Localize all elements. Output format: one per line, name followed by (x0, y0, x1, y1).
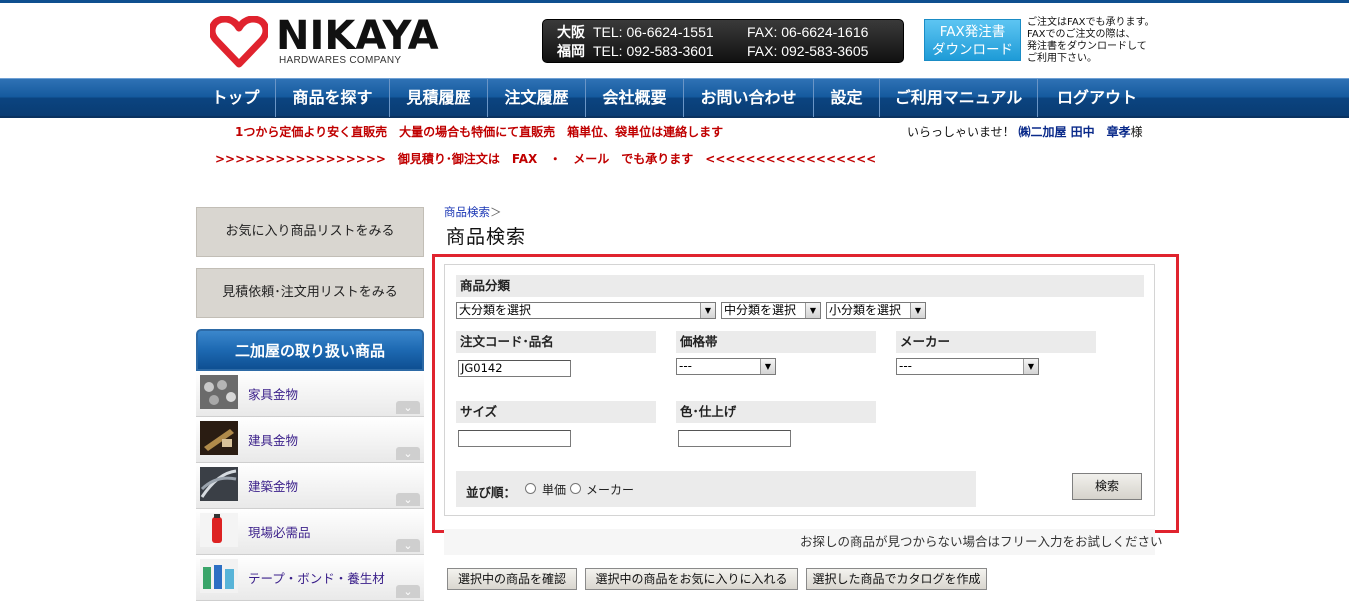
nav-top[interactable]: トップ (196, 79, 276, 117)
price-value: --- (679, 359, 692, 373)
dropdown-arrow-icon: ▼ (760, 359, 775, 374)
chevron-down-icon[interactable]: ⌄ (396, 493, 420, 506)
price-select[interactable]: --- ▼ (676, 358, 776, 375)
notice-line-2: >>>>>>>>>>>>>>>>> 御見積り･御注文は FAX ・ メール でも… (215, 152, 877, 166)
free-input-hint[interactable]: お探しの商品が見つからない場合はフリー入力をお試しください (800, 531, 1163, 550)
greeting-suffix: 様 (1130, 125, 1143, 139)
breadcrumb-link[interactable]: 商品検索 (444, 205, 490, 219)
color-input[interactable] (678, 430, 791, 447)
categories-title: 二加屋の取り扱い商品 (196, 329, 424, 371)
top-accent-line (0, 0, 1349, 3)
nav-logout[interactable]: ログアウト (1038, 79, 1156, 117)
sort-option-maker: メーカー (586, 483, 635, 497)
nav-settings[interactable]: 設定 (814, 79, 880, 117)
color-label: 色･仕上げ (676, 401, 876, 423)
maker-select[interactable]: --- ▼ (896, 358, 1039, 375)
fax-note-line: FAXでのご注文の際は、 (1027, 29, 1136, 40)
category-item[interactable]: テープ・ボンド・養生材 ⌄ (196, 555, 424, 601)
nav-search-products[interactable]: 商品を探す (276, 79, 390, 117)
contact-tel: TEL: 06-6624-1551 (593, 24, 714, 40)
sort-radio-price[interactable] (525, 483, 536, 494)
fax-note-line: ご利用下さい。 (1027, 53, 1097, 64)
category-item[interactable]: 家具金物 ⌄ (196, 371, 424, 417)
contact-box: 大阪 TEL: 06-6624-1551 FAX: 06-6624-1616 福岡 T… (542, 19, 904, 63)
favorites-list-button[interactable]: お気に入り商品リストをみる (196, 207, 424, 257)
major-category-select[interactable]: 大分類を選択 ▼ (456, 302, 716, 319)
furniture-hardware-icon (200, 375, 238, 409)
category-label-bar: 商品分類 (456, 275, 1144, 297)
nav-company[interactable]: 会社概要 (586, 79, 684, 117)
tape-bond-icon (200, 559, 238, 593)
nav-order-history[interactable]: 注文履歴 (488, 79, 586, 117)
site-supplies-icon (200, 513, 238, 547)
greeting: いらっしゃいませ！ ㈱二加屋 田中 章孝様 (907, 123, 1143, 140)
greeting-prefix: いらっしゃいませ！ (907, 125, 1015, 139)
category-item[interactable]: 現場必需品 ⌄ (196, 509, 424, 555)
nav-contact[interactable]: お問い合わせ (684, 79, 814, 117)
category-item[interactable]: 建具金物 ⌄ (196, 417, 424, 463)
notice-line-1: 1つから定価より安く直販売 大量の場合も特価にて直販売 箱単位、袋単位は連絡しま… (235, 125, 724, 139)
breadcrumb: 商品検索＞ (444, 204, 502, 220)
main-nav: トップ 商品を探す 見積履歴 注文履歴 会社概要 お問い合わせ 設定 ご利用マニ… (0, 78, 1349, 118)
category-item[interactable]: 建築金物 ⌄ (196, 463, 424, 509)
fax-note-line: ご注文はFAXでも承ります。 (1027, 17, 1155, 28)
nav-quote-history[interactable]: 見積履歴 (390, 79, 488, 117)
fitting-hardware-icon (200, 421, 238, 455)
middle-category-value: 中分類を選択 (724, 303, 797, 317)
contact-fax: FAX: 06-6624-1616 (747, 24, 869, 40)
contact-fax: FAX: 092-583-3605 (747, 43, 869, 59)
category-label: 建具金物 (248, 433, 299, 448)
contact-city: 大阪 (557, 24, 585, 40)
major-category-value: 大分類を選択 (459, 303, 532, 317)
maker-value: --- (899, 359, 912, 373)
chevron-down-icon[interactable]: ⌄ (396, 401, 420, 414)
nav-manual[interactable]: ご利用マニュアル (880, 79, 1038, 117)
middle-category-select[interactable]: 中分類を選択 ▼ (721, 302, 821, 319)
code-input[interactable]: JG0142 (458, 360, 571, 377)
category-label: 建築金物 (248, 479, 299, 494)
fax-note-line: 発注書をダウンロードして (1027, 41, 1147, 52)
size-input[interactable] (458, 430, 571, 447)
dropdown-arrow-icon: ▼ (1023, 359, 1038, 374)
dropdown-arrow-icon: ▼ (805, 303, 820, 318)
contact-city: 福岡 (557, 43, 585, 59)
category-label: テープ・ボンド・養生材 (248, 571, 385, 586)
size-label: サイズ (456, 401, 656, 423)
category-label: 現場必需品 (248, 525, 311, 540)
search-button[interactable]: 検索 (1072, 473, 1142, 500)
maker-label: メーカー (896, 331, 1096, 353)
chevron-down-icon[interactable]: ⌄ (396, 539, 420, 552)
sort-option-price: 単価 (542, 483, 567, 497)
minor-category-value: 小分類を選択 (829, 303, 902, 317)
fax-note: ご注文はFAXでも承ります。 FAXでのご注文の際は、 発注書をダウンロードして… (1027, 17, 1167, 65)
breadcrumb-separator: ＞ (490, 205, 502, 219)
quote-order-list-button[interactable]: 見積依頼･注文用リストをみる (196, 268, 424, 318)
fax-button-line2: ダウンロード (932, 42, 1013, 58)
fax-button-line1: FAX発注書 (939, 24, 1006, 40)
sort-bar: 並び順： 単価 メーカー (456, 471, 976, 507)
minor-category-select[interactable]: 小分類を選択 ▼ (826, 302, 926, 319)
sort-label: 並び順： (466, 485, 517, 500)
category-label: 家具金物 (248, 387, 299, 402)
brand-name: NIKAYA (276, 13, 439, 59)
dropdown-arrow-icon: ▼ (910, 303, 925, 318)
building-hardware-icon (200, 467, 238, 501)
contact-row-fukuoka: 福岡 TEL: 092-583-3601 FAX: 092-583-3605 (557, 41, 868, 61)
page-title: 商品検索 (446, 226, 527, 248)
dropdown-arrow-icon: ▼ (700, 303, 715, 318)
code-label: 注文コード･品名 (456, 331, 656, 353)
contact-tel: TEL: 092-583-3601 (593, 43, 714, 59)
fax-order-download-button[interactable]: FAX発注書 ダウンロード (924, 19, 1021, 61)
brand-subtitle: HARDWARES COMPANY (279, 55, 402, 66)
logo[interactable]: NIKAYA HARDWARES COMPANY (210, 14, 460, 70)
price-label: 価格帯 (676, 331, 876, 353)
heart-logo-icon (210, 16, 268, 68)
user-name: ㈱二加屋 田中 章孝 (1018, 125, 1131, 139)
contact-row-osaka: 大阪 TEL: 06-6624-1551 FAX: 06-6624-1616 (557, 22, 868, 42)
sort-radio-maker[interactable] (570, 483, 581, 494)
chevron-down-icon[interactable]: ⌄ (396, 447, 420, 460)
